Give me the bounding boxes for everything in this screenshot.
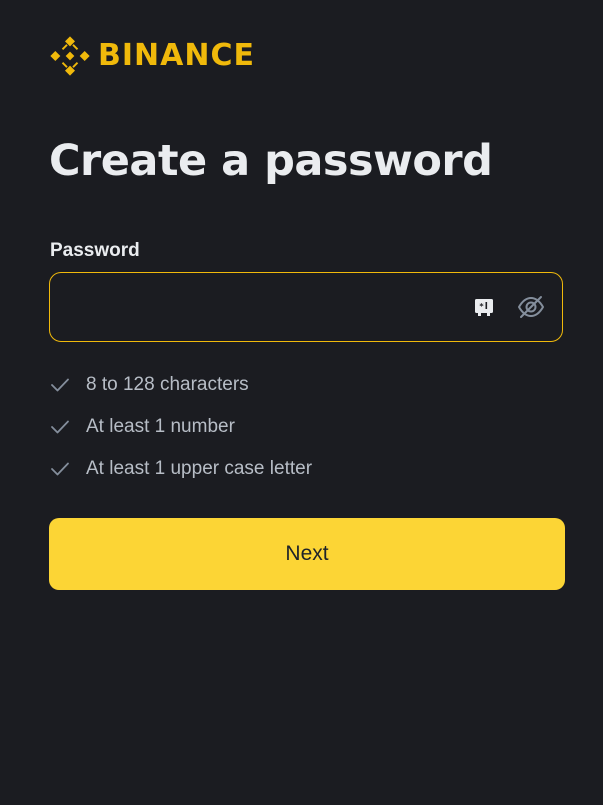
brand-name: BINANCE (98, 38, 255, 73)
svg-text:*: * (479, 302, 484, 311)
next-button[interactable]: Next (49, 518, 565, 590)
check-icon (51, 378, 69, 392)
requirement-text: 8 to 128 characters (86, 374, 249, 395)
requirement-length: 8 to 128 characters (50, 364, 312, 406)
password-field[interactable]: * (49, 272, 563, 342)
eye-slash-icon[interactable] (515, 291, 547, 323)
page-title: Create a password (49, 136, 493, 186)
brand-logo[interactable]: BINANCE (49, 34, 255, 77)
check-icon (51, 420, 69, 434)
password-input[interactable] (50, 273, 473, 341)
requirement-uppercase: At least 1 upper case letter (50, 448, 312, 490)
requirement-text: At least 1 number (86, 416, 235, 437)
check-icon (51, 462, 69, 476)
requirement-text: At least 1 upper case letter (86, 458, 313, 479)
password-label: Password (50, 240, 140, 261)
password-manager-icon[interactable]: * (473, 296, 495, 318)
binance-diamond-logo-icon (50, 35, 90, 76)
password-requirements: 8 to 128 characters At least 1 number At… (50, 364, 312, 490)
requirement-number: At least 1 number (50, 406, 312, 448)
